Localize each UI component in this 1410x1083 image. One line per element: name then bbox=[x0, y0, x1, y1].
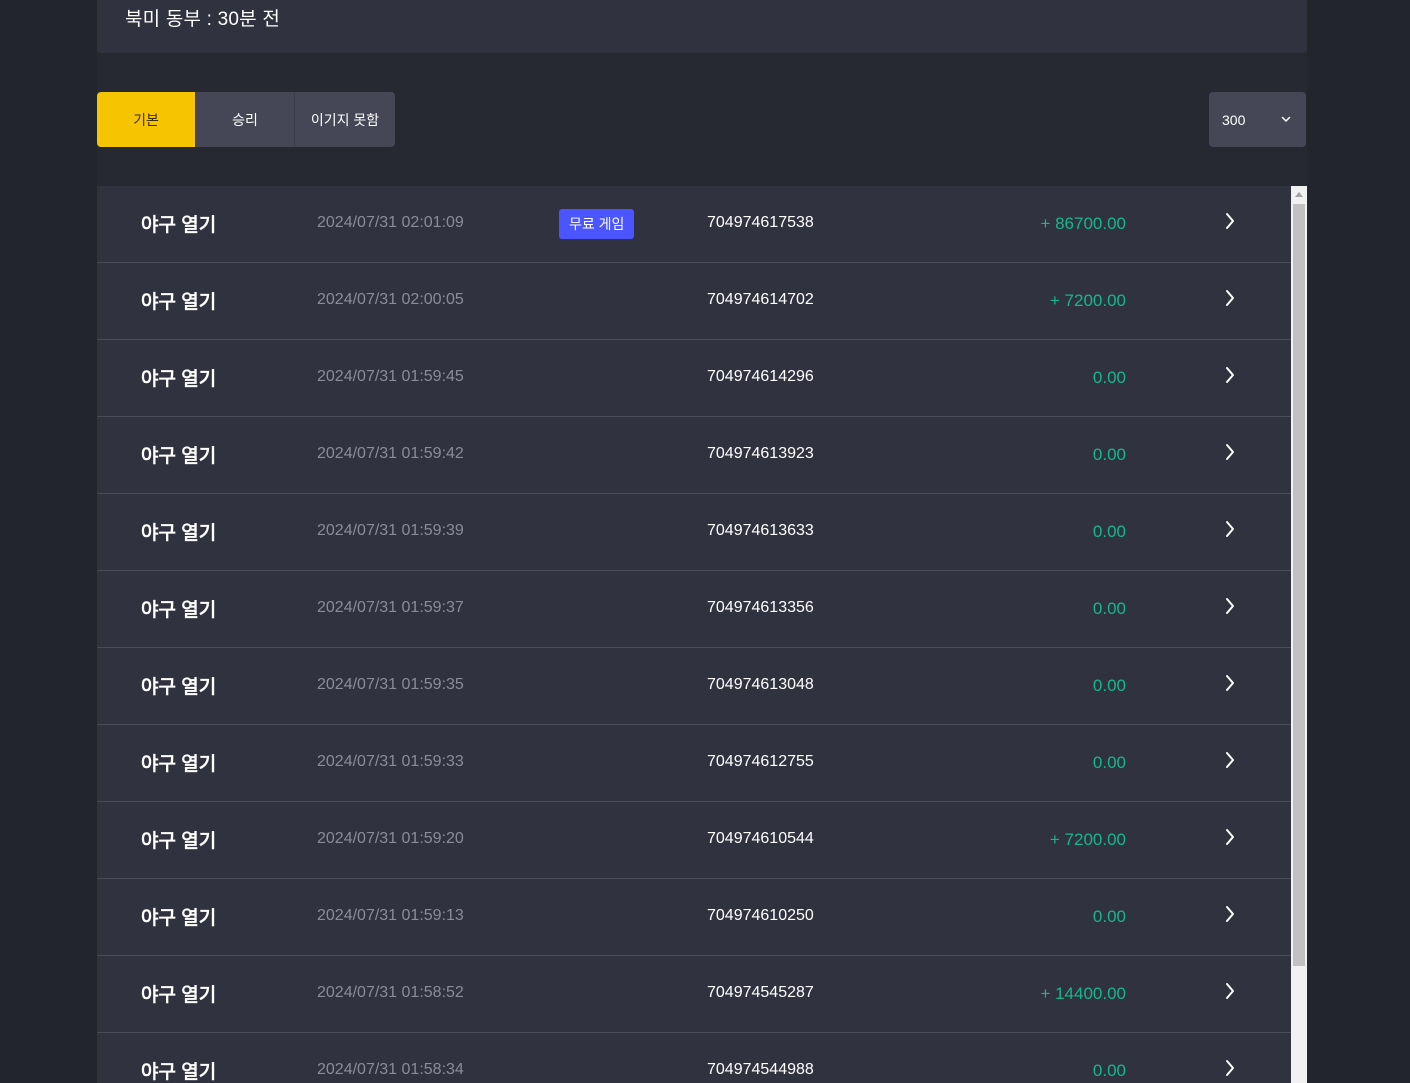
game-name: 야구 열기 bbox=[141, 215, 217, 236]
game-name: 야구 열기 bbox=[141, 523, 217, 544]
transaction-id: 704974613923 bbox=[707, 445, 814, 462]
game-name: 야구 열기 bbox=[141, 369, 217, 390]
history-row[interactable]: 야구 열기 2024/07/31 01:59:35 704974613048 0.00 bbox=[97, 648, 1291, 725]
history-row[interactable]: 야구 열기 2024/07/31 01:59:42 704974613923 0.00 bbox=[97, 417, 1291, 494]
region-status-text: 북미 동부 : 30분 전 bbox=[125, 9, 281, 30]
scrollbar-thumb[interactable] bbox=[1293, 204, 1305, 966]
chevron-right-icon[interactable] bbox=[1222, 982, 1238, 1000]
win-amount: + 86700.00 bbox=[1040, 214, 1126, 233]
chevron-right-icon[interactable] bbox=[1222, 674, 1238, 692]
history-row[interactable]: 야구 열기 2024/07/31 01:58:52 704974545287 + 14… bbox=[97, 956, 1291, 1033]
timestamp: 2024/07/31 01:59:13 bbox=[317, 907, 464, 924]
page: 북미 동부 : 30분 전 기본 승리 이기지 못함 300 야구 열기 2024… bbox=[0, 0, 1410, 1083]
win-amount: 0.00 bbox=[1092, 368, 1126, 387]
win-amount: 0.00 bbox=[1092, 676, 1126, 695]
chevron-right-icon[interactable] bbox=[1222, 212, 1238, 230]
page-size-select[interactable]: 300 bbox=[1209, 92, 1306, 147]
game-name: 야구 열기 bbox=[141, 831, 217, 852]
tab-win[interactable]: 승리 bbox=[196, 92, 295, 147]
tab-default[interactable]: 기본 bbox=[97, 92, 196, 147]
history-row[interactable]: 야구 열기 2024/07/31 02:01:09 무료 게임 70497461753… bbox=[97, 186, 1291, 263]
win-amount: 0.00 bbox=[1092, 1061, 1126, 1080]
timestamp: 2024/07/31 01:59:37 bbox=[317, 599, 464, 616]
chevron-right-icon[interactable] bbox=[1222, 443, 1238, 461]
win-amount: + 7200.00 bbox=[1049, 830, 1126, 849]
timestamp: 2024/07/31 01:59:45 bbox=[317, 368, 464, 385]
transaction-id: 704974613633 bbox=[707, 522, 814, 539]
history-row[interactable]: 야구 열기 2024/07/31 02:00:05 704974614702 + 72… bbox=[97, 263, 1291, 340]
timestamp: 2024/07/31 02:00:05 bbox=[317, 291, 464, 308]
timestamp: 2024/07/31 01:59:42 bbox=[317, 445, 464, 462]
game-name: 야구 열기 bbox=[141, 754, 217, 775]
history-row[interactable]: 야구 열기 2024/07/31 01:59:13 704974610250 0.00 bbox=[97, 879, 1291, 956]
transaction-id: 704974613048 bbox=[707, 676, 814, 693]
transaction-id: 704974610250 bbox=[707, 907, 814, 924]
game-name: 야구 열기 bbox=[141, 292, 217, 313]
list-scrollbar[interactable] bbox=[1291, 186, 1307, 1083]
win-amount: 0.00 bbox=[1092, 753, 1126, 772]
transaction-id: 704974610544 bbox=[707, 830, 814, 847]
win-amount: 0.00 bbox=[1092, 445, 1126, 464]
transaction-id: 704974614702 bbox=[707, 291, 814, 308]
region-status-card: 북미 동부 : 30분 전 bbox=[97, 0, 1307, 53]
transaction-id: 704974612755 bbox=[707, 753, 814, 770]
game-name: 야구 열기 bbox=[141, 677, 217, 698]
chevron-right-icon[interactable] bbox=[1222, 520, 1238, 538]
timestamp: 2024/07/31 01:58:52 bbox=[317, 984, 464, 1001]
chevron-right-icon[interactable] bbox=[1222, 597, 1238, 615]
game-name: 야구 열기 bbox=[141, 908, 217, 929]
chevron-right-icon[interactable] bbox=[1222, 905, 1238, 923]
win-amount: + 7200.00 bbox=[1049, 291, 1126, 310]
page-size-value: 300 bbox=[1222, 111, 1246, 128]
timestamp: 2024/07/31 01:59:20 bbox=[317, 830, 464, 847]
transaction-id: 704974613356 bbox=[707, 599, 814, 616]
timestamp: 2024/07/31 01:59:33 bbox=[317, 753, 464, 770]
history-list: 야구 열기 2024/07/31 02:01:09 무료 게임 70497461753… bbox=[97, 186, 1291, 1083]
timestamp: 2024/07/31 01:59:39 bbox=[317, 522, 464, 539]
chevron-right-icon[interactable] bbox=[1222, 828, 1238, 846]
history-row[interactable]: 야구 열기 2024/07/31 01:59:45 704974614296 0.00 bbox=[97, 340, 1291, 417]
filter-tabs: 기본 승리 이기지 못함 bbox=[97, 92, 395, 147]
chevron-right-icon[interactable] bbox=[1222, 751, 1238, 769]
game-name: 야구 열기 bbox=[141, 1062, 217, 1083]
scroll-up-arrow-icon[interactable] bbox=[1291, 186, 1307, 203]
timestamp: 2024/07/31 01:58:34 bbox=[317, 1061, 464, 1078]
history-row[interactable]: 야구 열기 2024/07/31 01:59:39 704974613633 0.00 bbox=[97, 494, 1291, 571]
history-row[interactable]: 야구 열기 2024/07/31 01:59:37 704974613356 0.00 bbox=[97, 571, 1291, 648]
timestamp: 2024/07/31 01:59:35 bbox=[317, 676, 464, 693]
free-game-badge: 무료 게임 bbox=[559, 209, 635, 239]
win-amount: 0.00 bbox=[1092, 907, 1126, 926]
game-name: 야구 열기 bbox=[141, 446, 217, 467]
chevron-down-icon bbox=[1281, 116, 1291, 122]
transaction-id: 704974545287 bbox=[707, 984, 814, 1001]
transaction-id: 704974614296 bbox=[707, 368, 814, 385]
chevron-right-icon[interactable] bbox=[1222, 289, 1238, 307]
game-name: 야구 열기 bbox=[141, 600, 217, 621]
history-row[interactable]: 야구 열기 2024/07/31 01:59:20 704974610544 + 72… bbox=[97, 802, 1291, 879]
transaction-id: 704974617538 bbox=[707, 214, 814, 231]
history-row[interactable]: 야구 열기 2024/07/31 01:59:33 704974612755 0.00 bbox=[97, 725, 1291, 802]
tab-no-win[interactable]: 이기지 못함 bbox=[295, 92, 395, 147]
chevron-right-icon[interactable] bbox=[1222, 366, 1238, 384]
win-amount: 0.00 bbox=[1092, 599, 1126, 618]
chevron-right-icon[interactable] bbox=[1222, 1059, 1238, 1077]
timestamp: 2024/07/31 02:01:09 bbox=[317, 214, 464, 231]
transaction-id: 704974544988 bbox=[707, 1061, 814, 1078]
game-name: 야구 열기 bbox=[141, 985, 217, 1006]
history-row[interactable]: 야구 열기 2024/07/31 01:58:34 704974544988 0.00 bbox=[97, 1033, 1291, 1083]
win-amount: + 14400.00 bbox=[1040, 984, 1126, 1003]
win-amount: 0.00 bbox=[1092, 522, 1126, 541]
